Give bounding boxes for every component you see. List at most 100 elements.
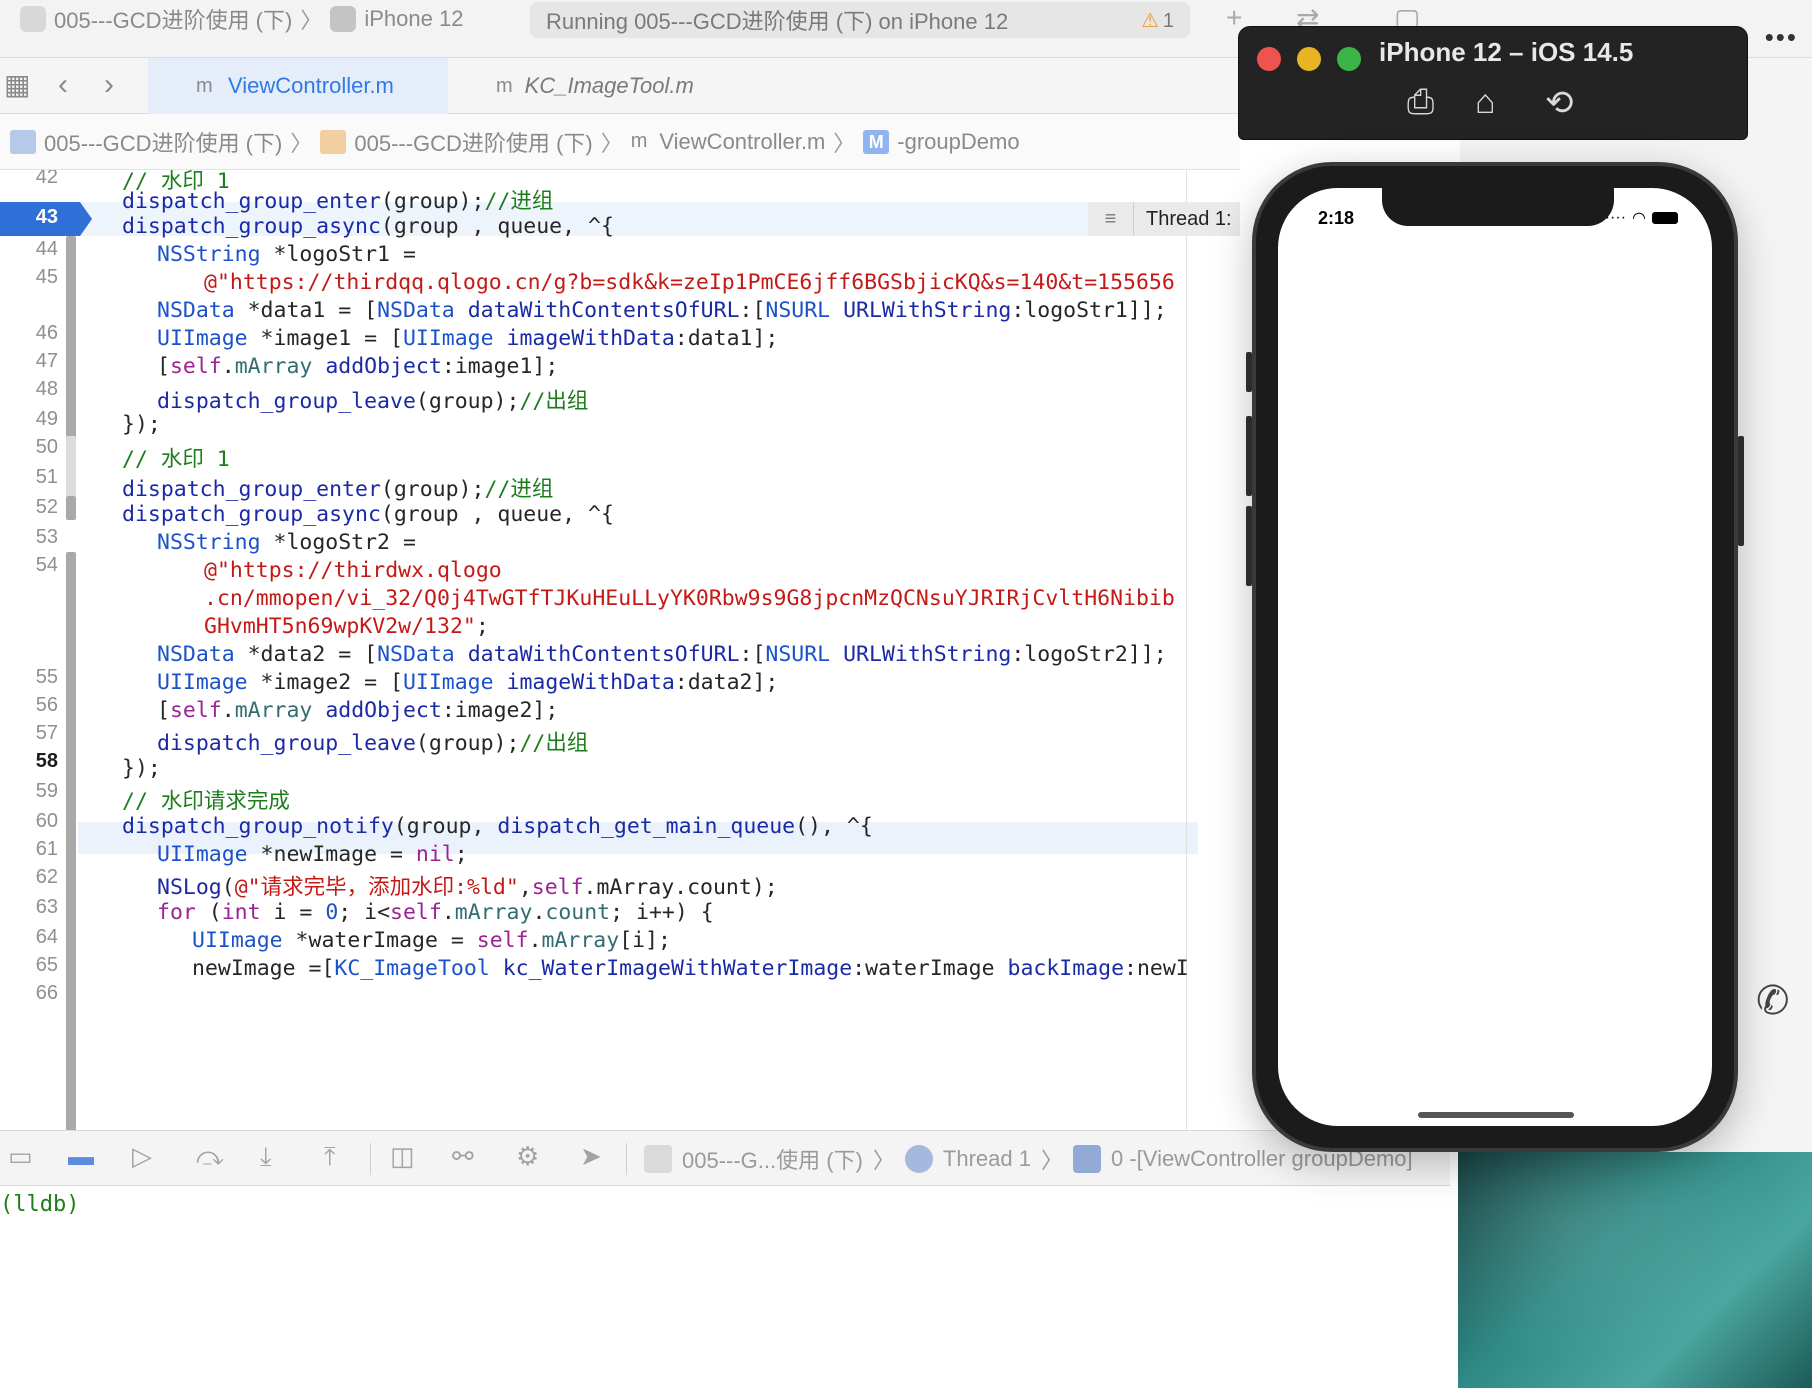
objc-file-icon: m	[196, 74, 213, 97]
console-toggle-icon[interactable]: ▭	[8, 1141, 33, 1172]
code-token: 0	[325, 900, 339, 925]
code-token: dispatch_group_async	[122, 214, 381, 239]
code-line[interactable]: // 水印 1	[122, 442, 230, 473]
code-token: //出组	[519, 731, 589, 756]
breadcrumb-project[interactable]: 005---GCD进阶使用 (下)	[44, 126, 282, 158]
rotate-icon[interactable]: ⟲	[1545, 83, 1574, 123]
breakpoints-toggle-icon[interactable]: ▬	[68, 1141, 94, 1172]
code-line[interactable]: UIImage *image1 = [UIImage imageWithData…	[157, 326, 778, 351]
window-close-button[interactable]	[1257, 47, 1281, 71]
code-token: [	[157, 354, 170, 379]
folder-icon	[320, 129, 347, 154]
chevron-right-icon: 〉	[833, 130, 856, 156]
memory-graph-icon[interactable]: ⚯	[452, 1141, 474, 1172]
code-token: GHvmHT5n69wpKV2w/132"	[204, 614, 476, 639]
code-token: (group);	[415, 731, 520, 756]
thread-badge[interactable]: ≡ Thread 1:	[1088, 202, 1240, 236]
code-line[interactable]: });	[122, 412, 161, 437]
code-lines[interactable]: // 水印 1 dispatch_group_enter(group);//进组 d…	[0, 170, 1240, 1130]
code-line[interactable]: NSString *logoStr2 =	[157, 530, 416, 555]
chevron-right-icon: 〉	[300, 8, 323, 33]
breadcrumb-file[interactable]: ViewController.m	[659, 129, 825, 155]
code-line[interactable]: newImage =[KC_ImageTool kc_WaterImageWit…	[192, 956, 1189, 981]
more-icon[interactable]: •••	[1765, 22, 1798, 53]
simulator-screen[interactable]: 2:18 ···· ◠	[1278, 188, 1712, 1126]
code-line[interactable]: NSData *data2 = [NSData dataWithContents…	[157, 642, 1167, 667]
code-token: URLWithString	[843, 642, 1012, 667]
code-line[interactable]: });	[122, 756, 161, 781]
back-arrow-icon[interactable]: ‹	[58, 68, 68, 102]
code-token: dispatch_get_main_queue	[497, 814, 796, 839]
screenshot-icon[interactable]: ⎙	[1407, 83, 1434, 122]
code-token: @"请求完毕，添加水印:%ld"	[234, 875, 519, 900]
wifi-icon: ◠	[1632, 210, 1646, 227]
code-line[interactable]: [self.mArray addObject:image2];	[157, 698, 558, 723]
code-token: self	[476, 928, 529, 953]
code-line[interactable]: @"https://thirdqq.qlogo.cn/g?b=sdk&k=zeI…	[204, 270, 1175, 295]
tab-kc-imagetool[interactable]: m KC_ImageTool.m	[496, 58, 694, 114]
code-line[interactable]: dispatch_group_async(group , queue, ^{	[122, 502, 614, 527]
notch	[1382, 188, 1614, 226]
code-line[interactable]: dispatch_group_enter(group);//进组	[122, 184, 553, 215]
breadcrumb-method[interactable]: -groupDemo	[897, 129, 1019, 155]
tab-viewcontroller[interactable]: m ViewController.m	[148, 58, 448, 114]
code-line[interactable]: dispatch_group_leave(group);//出组	[157, 726, 588, 757]
device-name[interactable]: iPhone 12	[364, 6, 463, 32]
home-icon[interactable]: ⌂	[1475, 83, 1496, 122]
code-line[interactable]: dispatch_group_async(group , queue, ^{	[122, 214, 614, 239]
code-line[interactable]: [self.mArray addObject:image1];	[157, 354, 558, 379]
code-token: NSString	[157, 242, 261, 267]
code-line[interactable]: @"https://thirdwx.qlogo	[204, 558, 502, 583]
warning-indicator[interactable]: ⚠ 1	[1141, 8, 1174, 33]
code-line[interactable]: UIImage *image2 = [UIImage imageWithData…	[157, 670, 778, 695]
code-line[interactable]: dispatch_group_enter(group);//进组	[122, 472, 553, 503]
step-into-icon[interactable]: ⤓	[260, 1141, 272, 1173]
code-line[interactable]: NSData *data1 = [NSData dataWithContents…	[157, 298, 1167, 323]
volume-up-button	[1246, 416, 1252, 496]
code-token: .	[532, 900, 546, 925]
code-token: :image1];	[441, 354, 559, 379]
step-out-icon[interactable]: ⤒	[324, 1141, 336, 1173]
code-token: (group);	[380, 189, 485, 214]
code-token: imageWithData	[506, 326, 675, 351]
continue-icon[interactable]: ▷	[132, 1141, 152, 1172]
code-editor[interactable]: 42 43 44 45 46 47 48 49 50 51 52 53 54 5…	[0, 170, 1240, 1130]
code-line[interactable]: UIImage *waterImage = self.mArray[i];	[192, 928, 671, 953]
code-line[interactable]: GHvmHT5n69wpKV2w/132";	[204, 614, 489, 639]
breadcrumb-folder[interactable]: 005---GCD进阶使用 (下)	[354, 126, 592, 158]
code-token: backImage	[1007, 956, 1125, 981]
window-maximize-button[interactable]	[1337, 47, 1361, 71]
debug-path-target[interactable]: 005---G...使用 (下)	[682, 1143, 863, 1175]
code-token: (), ^{	[795, 814, 873, 839]
environment-overrides-icon[interactable]: ⚙	[516, 1141, 539, 1172]
code-line[interactable]: UIImage *newImage = nil;	[157, 842, 468, 867]
code-token: KC_ImageTool	[334, 956, 490, 981]
wallpaper-highlight	[1458, 1152, 1812, 1388]
scheme-selector[interactable]: 005---GCD进阶使用 (下) 〉 iPhone 12	[20, 4, 463, 34]
forward-arrow-icon[interactable]: ›	[104, 68, 114, 102]
debug-path-thread[interactable]: Thread 1	[943, 1146, 1031, 1172]
home-indicator[interactable]	[1418, 1112, 1574, 1118]
code-line[interactable]: NSString *logoStr1 =	[157, 242, 416, 267]
code-line[interactable]: // 水印请求完成	[122, 784, 290, 815]
window-minimize-button[interactable]	[1297, 47, 1321, 71]
view-debugger-icon[interactable]: ◫	[390, 1141, 415, 1172]
code-token: mArray	[541, 928, 620, 953]
location-icon[interactable]: ➤	[580, 1141, 602, 1172]
code-line[interactable]: dispatch_group_notify(group, dispatch_ge…	[122, 814, 873, 839]
grid-icon[interactable]: ▦	[4, 68, 30, 101]
code-line[interactable]: NSLog(@"请求完毕，添加水印:%ld",self.mArray.count…	[157, 870, 778, 901]
code-line[interactable]: dispatch_group_leave(group);//出组	[157, 384, 588, 415]
code-token: dispatch_group_enter	[122, 189, 381, 214]
divider	[370, 1143, 371, 1175]
code-token: });	[122, 412, 161, 437]
code-line[interactable]: for (int i = 0; i<self.mArray.count; i++…	[157, 900, 714, 925]
code-token: (	[195, 900, 222, 925]
phone-call-icon[interactable]: ✆	[1756, 978, 1790, 1024]
scheme-app-icon	[20, 6, 46, 32]
debug-console[interactable]: (lldb)	[0, 1186, 1460, 1388]
code-line[interactable]: .cn/mmopen/vi_32/Q0j4TwGTfTJKuHEuLLyYK0R…	[204, 586, 1175, 611]
add-icon[interactable]: +	[1226, 2, 1242, 34]
step-over-icon[interactable]: ⤼	[196, 1141, 224, 1173]
